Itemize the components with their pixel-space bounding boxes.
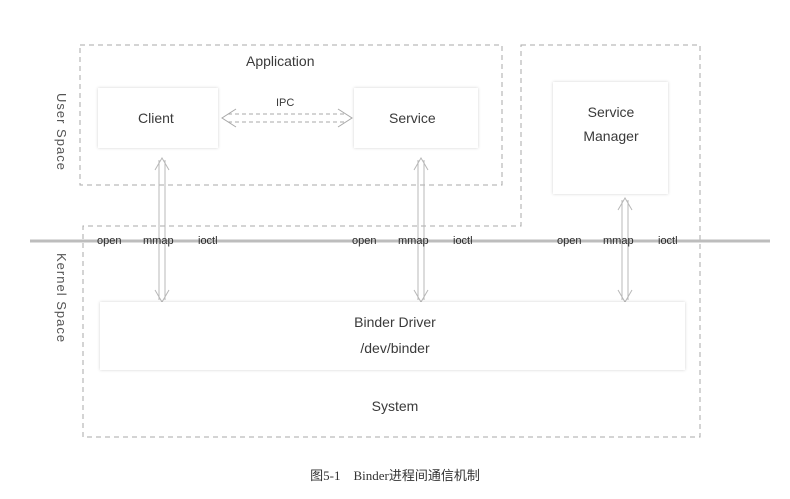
mmap-api-label: mmap	[398, 235, 429, 247]
service-manager-label: Service Manager	[583, 104, 639, 144]
service-label: Service	[389, 110, 436, 126]
dev-binder-label: /dev/binder	[360, 340, 430, 356]
binder-driver-label: Binder Driver	[354, 314, 436, 330]
open-api-label: open	[557, 235, 582, 247]
ioctl-api-label: ioctl	[658, 235, 678, 247]
binder-architecture-diagram	[30, 44, 770, 438]
ipc-arrow	[228, 113, 346, 123]
mmap-api-label: mmap	[603, 235, 634, 247]
open-api-label: open	[352, 235, 377, 247]
binder-driver-box	[100, 302, 685, 370]
ioctl-api-label: ioctl	[198, 235, 218, 247]
application-title: Application	[246, 53, 315, 69]
ioctl-api-label: ioctl	[453, 235, 473, 247]
figure-caption: 图5-1 Binder进程间通信机制	[310, 468, 480, 483]
ipc-label: IPC	[276, 97, 295, 109]
open-api-label: open	[97, 235, 122, 247]
mmap-api-label: mmap	[143, 235, 174, 247]
system-label: System	[371, 398, 419, 414]
user-space-label: User Space	[54, 93, 69, 171]
client-label: Client	[138, 110, 174, 126]
